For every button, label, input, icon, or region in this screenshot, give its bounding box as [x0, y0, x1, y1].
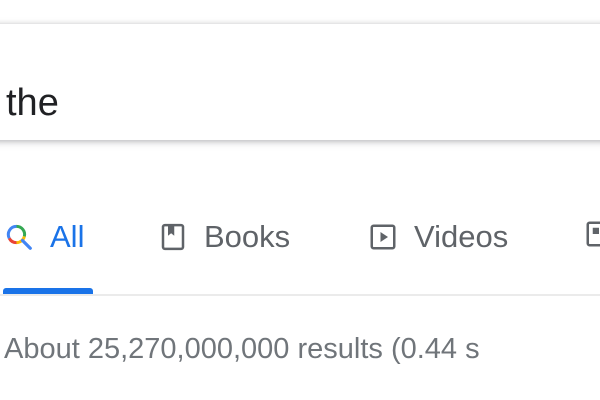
- result-stats: About 25,270,000,000 results (0.44 s: [4, 333, 480, 365]
- tab-all[interactable]: All: [4, 219, 84, 255]
- search-results-page: All Books Videos About 25,270,000,000: [0, 0, 600, 400]
- search-input[interactable]: [6, 82, 506, 125]
- book-icon: [161, 223, 185, 251]
- tabs-divider: [0, 294, 600, 296]
- search-tabs: All Books Videos: [0, 205, 600, 295]
- tab-more[interactable]: [584, 219, 600, 249]
- tab-books[interactable]: Books: [158, 219, 290, 255]
- tab-books-label: Books: [204, 219, 291, 254]
- tab-videos[interactable]: Videos: [368, 219, 508, 255]
- tab-all-label: All: [50, 219, 85, 254]
- play-icon: [370, 224, 396, 250]
- search-icon: [6, 224, 32, 250]
- search-box[interactable]: [0, 24, 600, 140]
- news-icon: [586, 221, 600, 247]
- tab-videos-label: Videos: [414, 219, 509, 254]
